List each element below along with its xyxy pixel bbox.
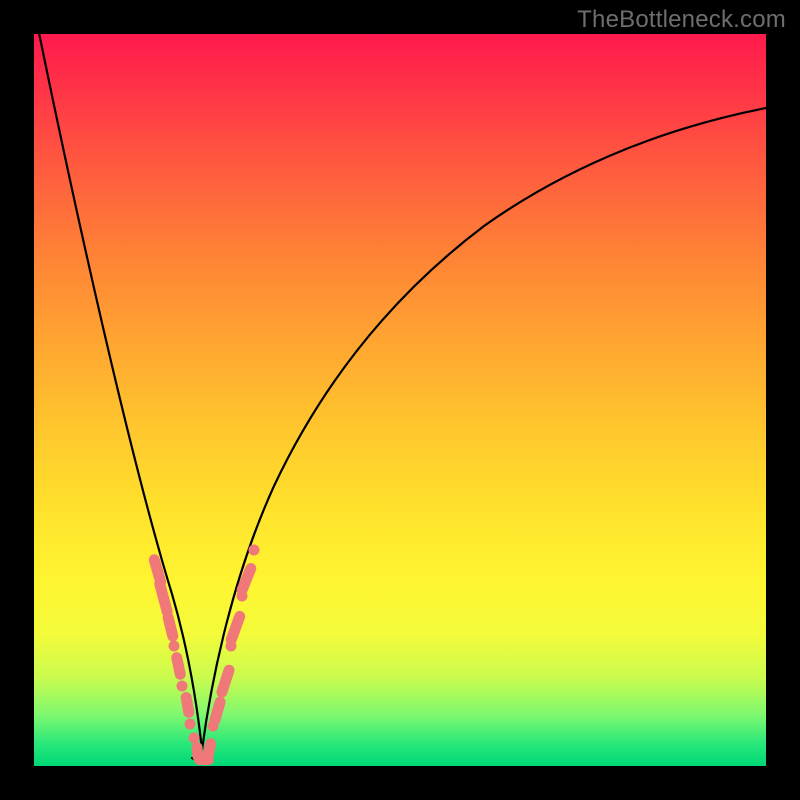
curve-right-branch xyxy=(202,108,766,750)
plot-area xyxy=(34,34,766,766)
watermark-text: TheBottleneck.com xyxy=(577,6,786,34)
chart-frame: TheBottleneck.com xyxy=(0,0,800,800)
bottleneck-curve xyxy=(34,34,766,766)
